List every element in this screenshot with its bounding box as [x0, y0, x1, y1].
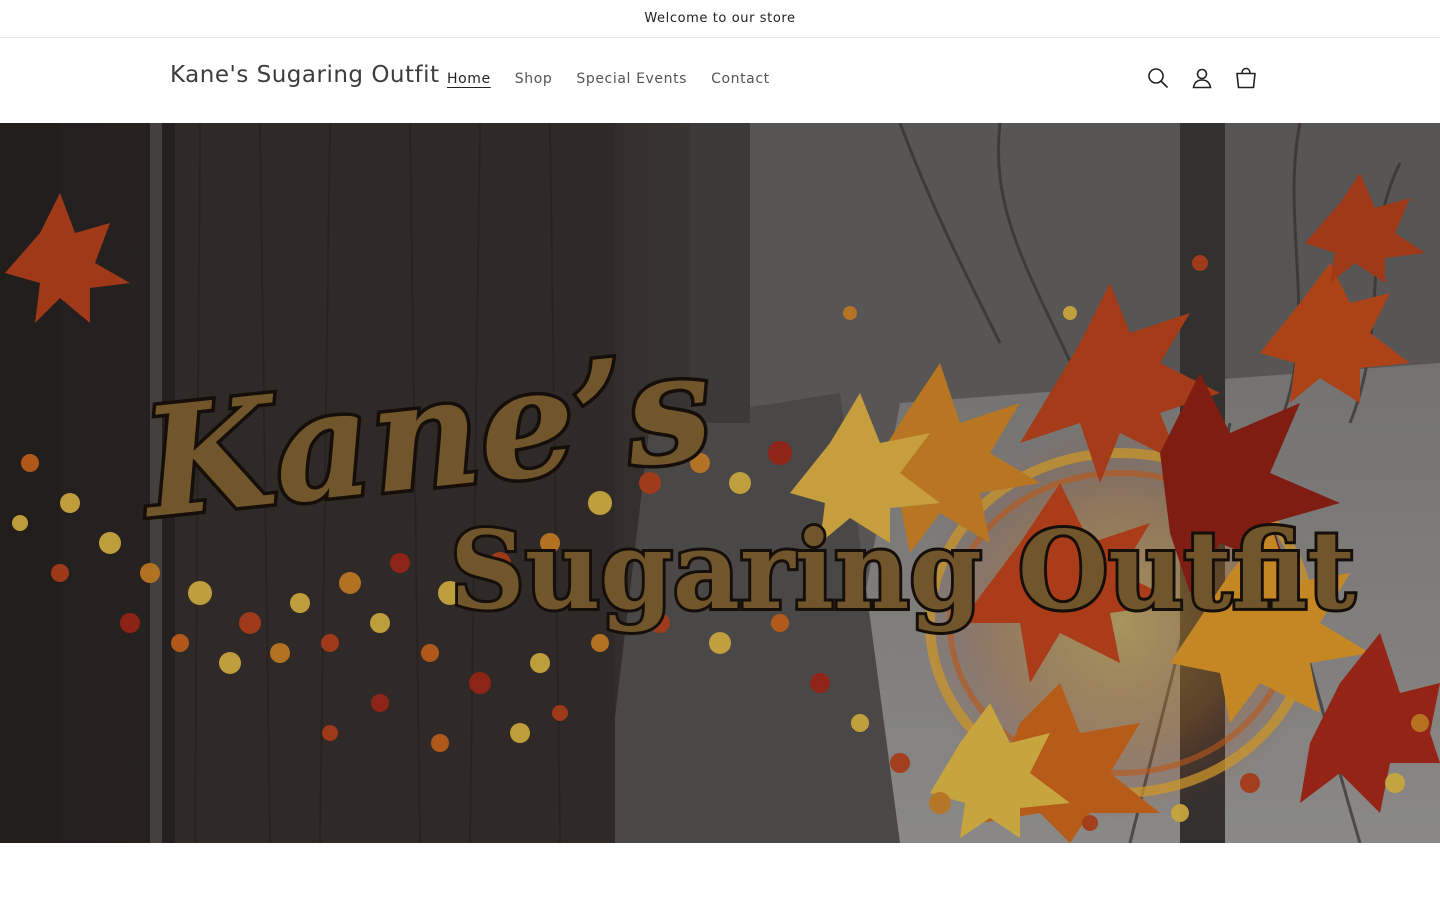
brand-link[interactable]: Kane's Sugaring Outfit	[170, 62, 440, 88]
main-nav: Home Shop Special Events Contact	[435, 67, 782, 91]
cart-button[interactable]	[1228, 60, 1264, 96]
nav-home[interactable]: Home	[435, 67, 503, 91]
announcement-bar: Welcome to our store	[0, 0, 1440, 38]
cart-icon	[1236, 67, 1256, 89]
search-button[interactable]	[1140, 60, 1176, 96]
hero-banner: Kane’s Sugaring Outfit	[0, 123, 1440, 843]
account-icon	[1192, 68, 1212, 89]
announcement-text: Welcome to our store	[644, 11, 796, 26]
below-hero-space	[0, 843, 1440, 899]
header-icons	[1140, 60, 1264, 96]
nav-contact[interactable]: Contact	[699, 67, 782, 91]
account-button[interactable]	[1184, 60, 1220, 96]
site-header: Kane's Sugaring Outfit Home Shop Special…	[0, 38, 1440, 123]
nav-special-events[interactable]: Special Events	[564, 67, 699, 91]
search-icon	[1148, 68, 1169, 89]
hero-image: Kane’s Sugaring Outfit	[0, 123, 1440, 843]
nav-shop[interactable]: Shop	[503, 67, 565, 91]
